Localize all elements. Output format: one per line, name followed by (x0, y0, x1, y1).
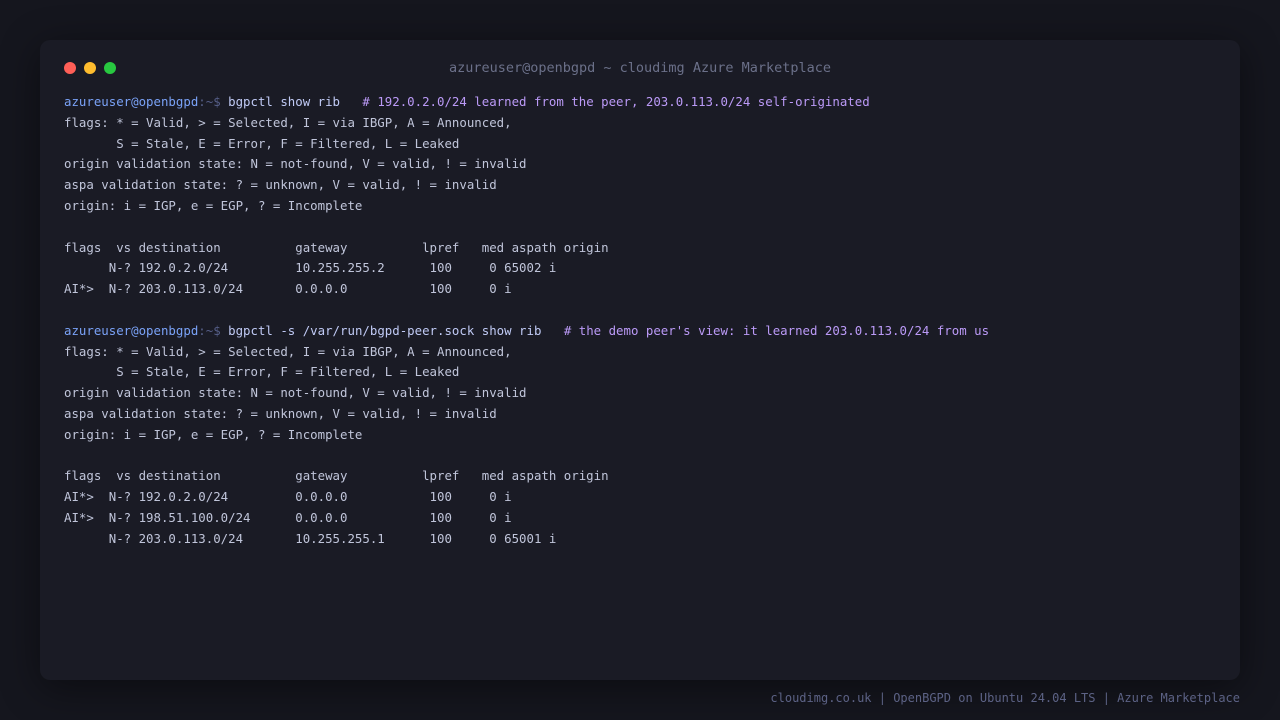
legend-line: origin validation state: N = not-found, … (64, 156, 527, 172)
command-text: bgpctl -s /var/run/bgpd-peer.sock show r… (228, 322, 564, 338)
command-text: bgpctl show rib (228, 94, 363, 109)
command-comment: # the demo peer's view: it learned 203.0… (563, 322, 990, 338)
prompt-user: azureuser@openbgpd (64, 322, 199, 338)
legend-line: origin validation state: N = not-found, … (64, 385, 527, 401)
rib-table-row: N-? 192.0.2.0/24 10.255.255.2 100 0 6500… (64, 260, 557, 276)
window-title: azureuser@openbgpd ~ cloudimg Azure Mark… (448, 60, 831, 76)
legend-line: origin: i = IGP, e = EGP, ? = Incomplete (64, 197, 363, 213)
rib-table-row: AI*> N-? 203.0.113.0/24 0.0.0.0 100 0 i (64, 281, 512, 297)
legend-line: aspa validation state: ? = unknown, V = … (64, 177, 497, 193)
command-comment: # 192.0.2.0/24 learned from the peer, 20… (362, 94, 870, 109)
legend-line: S = Stale, E = Error, F = Filtered, L = … (64, 364, 460, 380)
terminal-output[interactable]: azureuser@openbgpd:~$ bgpctl show rib # … (64, 92, 1220, 550)
rib-table-row: AI*> N-? 192.0.2.0/24 0.0.0.0 100 0 i (64, 489, 512, 505)
title-bar: azureuser@openbgpd ~ cloudimg Azure Mark… (40, 40, 1240, 96)
rib-table-header: flags vs destination gateway lpref med a… (64, 239, 609, 255)
command-line: azureuser@openbgpd:~$ bgpctl -s /var/run… (64, 321, 1220, 342)
prompt-user: azureuser@openbgpd (64, 94, 199, 109)
rib-table-header: flags vs destination gateway lpref med a… (64, 468, 609, 484)
legend-line: origin: i = IGP, e = EGP, ? = Incomplete (64, 426, 363, 442)
command-line: azureuser@openbgpd:~$ bgpctl show rib # … (64, 92, 1220, 113)
prompt-separator: :~$ (198, 322, 229, 338)
rib-table-row: AI*> N-? 198.51.100.0/24 0.0.0.0 100 0 i (64, 509, 512, 525)
rib-table-row: N-? 203.0.113.0/24 10.255.255.1 100 0 65… (64, 530, 557, 546)
legend-line: flags: * = Valid, > = Selected, I = via … (64, 343, 512, 359)
terminal-window: azureuser@openbgpd ~ cloudimg Azure Mark… (40, 40, 1240, 680)
legend-line: aspa validation state: ? = unknown, V = … (64, 405, 497, 421)
prompt-separator: :~$ (198, 94, 229, 109)
footer-caption: cloudimg.co.uk | OpenBGPD on Ubuntu 24.0… (770, 691, 1240, 705)
legend-line: flags: * = Valid, > = Selected, I = via … (64, 114, 512, 130)
legend-line: S = Stale, E = Error, F = Filtered, L = … (64, 135, 460, 151)
